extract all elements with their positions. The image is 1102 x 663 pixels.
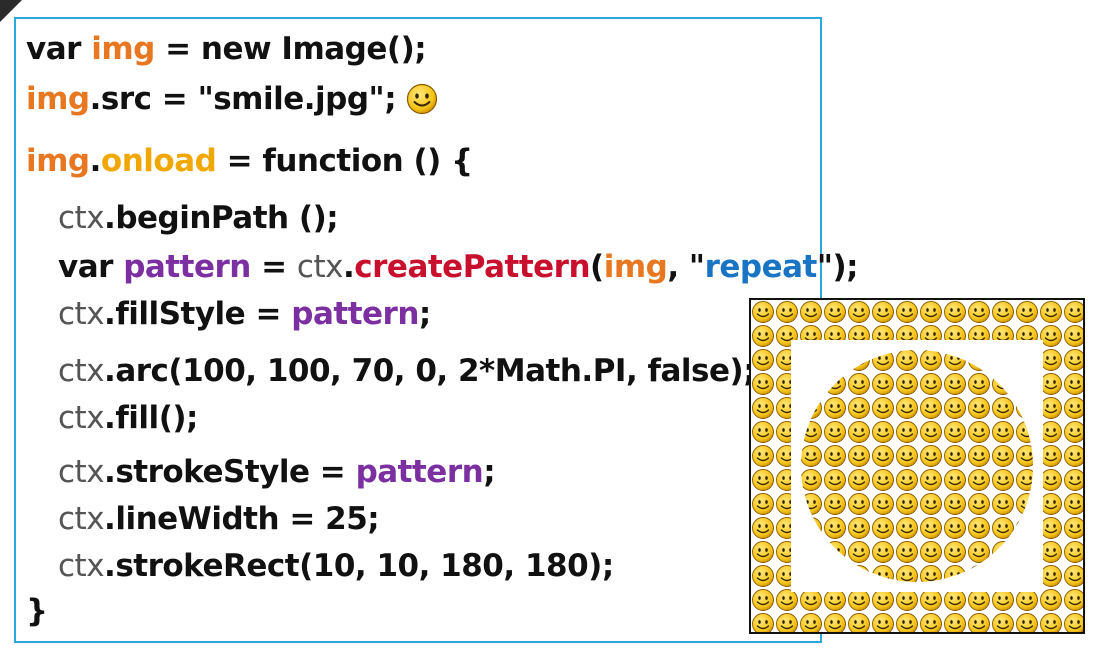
string-repeat: repeat xyxy=(704,249,818,285)
code-text: .fillStyle = xyxy=(104,296,292,332)
identifier-pattern: pattern xyxy=(291,296,419,332)
code-line-7: ctx.arc(100, 100, 70, 0, 2*Math.PI, fals… xyxy=(58,353,756,389)
identifier-ctx: ctx xyxy=(58,548,105,584)
code-text: = xyxy=(250,249,297,285)
identifier-img: img xyxy=(26,81,90,117)
identifier-img: img xyxy=(91,31,155,67)
code-text: .fill(); xyxy=(104,400,198,436)
smiley-icon xyxy=(407,83,438,115)
pattern-fill-circle xyxy=(801,350,1033,582)
code-line-6: ctx.fillStyle = pattern; xyxy=(58,296,431,332)
identifier-img: img xyxy=(603,249,668,285)
identifier-ctx: ctx xyxy=(58,200,105,236)
code-line-2: img.src = "smile.jpg"; xyxy=(26,81,438,117)
identifier-ctx: ctx xyxy=(58,454,105,490)
keyword-var: var xyxy=(26,31,92,67)
code-text: ; xyxy=(483,454,496,490)
pattern-canvas xyxy=(751,300,1083,632)
identifier-ctx: ctx xyxy=(296,249,344,285)
code-line-8: ctx.fill(); xyxy=(58,400,198,436)
code-text: .strokeStyle = xyxy=(104,454,356,490)
code-line-4: ctx.beginPath (); xyxy=(58,200,339,236)
code-text: = new Image(); xyxy=(154,31,427,67)
code-line-10: ctx.lineWidth = 25; xyxy=(58,501,380,537)
keyword-var: var xyxy=(58,249,124,285)
code-text: . xyxy=(342,249,355,285)
code-line-9: ctx.strokeStyle = pattern; xyxy=(58,454,496,490)
code-line-5: var pattern = ctx.createPattern(img, "re… xyxy=(58,249,859,285)
code-line-12: } xyxy=(26,593,48,629)
closing-brace: } xyxy=(26,593,48,629)
code-text: = function () { xyxy=(216,143,474,179)
code-text: "); xyxy=(816,249,859,285)
code-text: ; xyxy=(418,296,431,332)
identifier-onload: onload xyxy=(100,143,217,179)
code-text: .src = "smile.jpg"; xyxy=(89,81,397,117)
code-text: .arc(100, 100, 70, 0, 2*Math.PI, false); xyxy=(104,353,756,389)
code-line-11: ctx.strokeRect(10, 10, 180, 180); xyxy=(58,548,614,584)
code-text: . xyxy=(89,143,102,179)
code-text: .beginPath (); xyxy=(104,200,339,236)
identifier-ctx: ctx xyxy=(58,296,105,332)
identifier-pattern: pattern xyxy=(355,454,484,490)
code-text: , " xyxy=(667,249,705,285)
code-line-3: img.onload = function () { xyxy=(26,143,473,179)
code-text: .strokeRect(10, 10, 180, 180); xyxy=(104,548,614,584)
code-text: .lineWidth = 25; xyxy=(104,501,380,537)
code-text: ( xyxy=(590,249,604,285)
identifier-pattern: pattern xyxy=(123,249,251,285)
code-block: var img = new Image(); img.src = "smile.… xyxy=(14,17,859,643)
identifier-ctx: ctx xyxy=(58,353,105,389)
identifier-ctx: ctx xyxy=(58,400,105,436)
identifier-ctx: ctx xyxy=(58,501,105,537)
code-line-1: var img = new Image(); xyxy=(26,31,427,67)
canvas-result xyxy=(749,298,1085,634)
identifier-img: img xyxy=(26,143,90,179)
method-createPattern: createPattern xyxy=(354,249,591,285)
